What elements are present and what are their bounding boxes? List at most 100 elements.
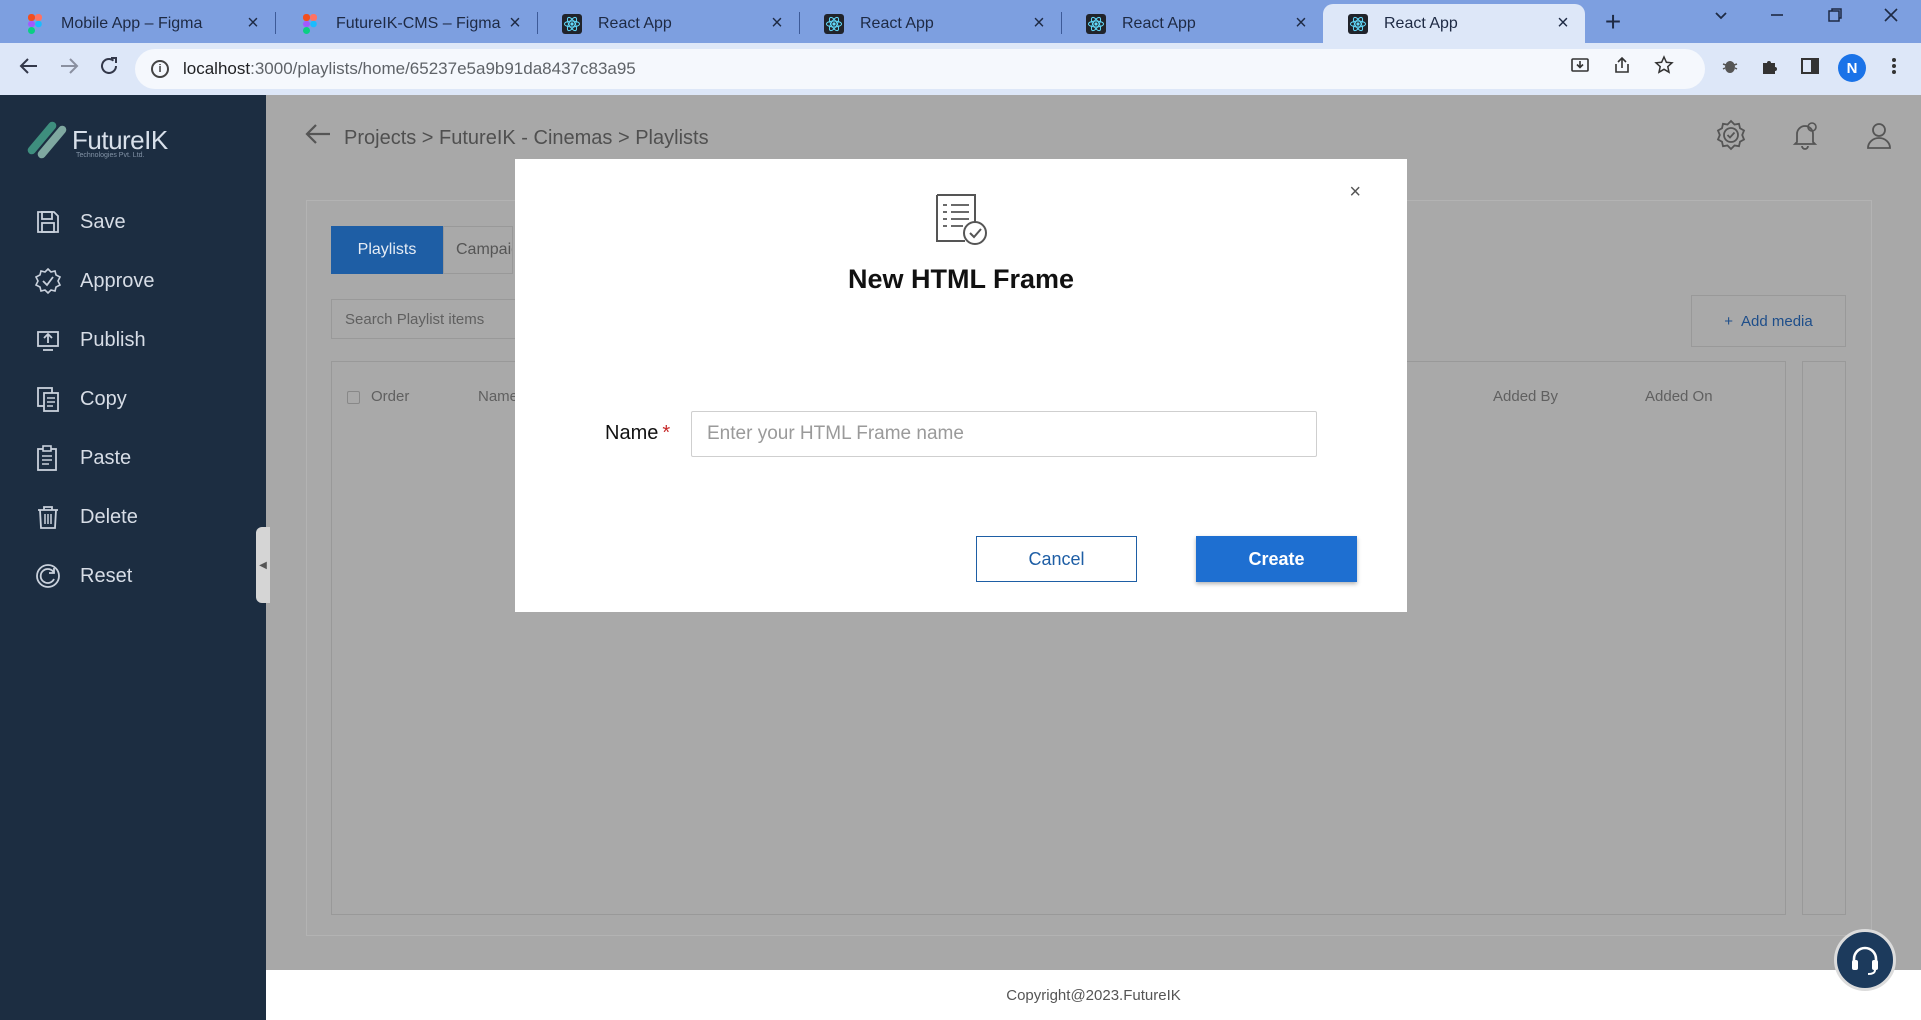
paste-icon [37,445,57,471]
extensions-puzzle-icon[interactable] [1758,56,1782,81]
react-icon [1348,13,1368,34]
select-all-checkbox[interactable] [347,391,360,404]
html-frame-name-input[interactable] [691,411,1317,457]
sidebar-item-label: Delete [80,505,138,528]
approval-badge-icon[interactable] [1715,119,1747,151]
tab-title: Mobile App – Figma [61,14,203,32]
sidebar-item-paste[interactable]: Paste [34,444,131,472]
sidebar-item-label: Approve [80,269,155,292]
back-arrow-icon[interactable] [304,121,332,153]
forward-icon[interactable] [54,55,84,83]
required-asterisk: * [662,422,671,444]
tab-close-icon[interactable]: × [1291,12,1311,35]
search-playlist-input[interactable]: Search Playlist items [331,299,531,339]
tab-close-icon[interactable]: × [243,12,263,35]
figma-icon [300,13,320,34]
back-icon[interactable] [14,55,44,83]
plus-icon: + [1724,312,1734,330]
tab-title: React App [1122,14,1196,32]
browser-tab-1[interactable]: Mobile App – Figma × [0,4,275,43]
url-host: localhost [183,59,251,78]
install-app-icon[interactable] [1569,55,1591,80]
tab-campaigns[interactable]: Campaigns [443,226,513,274]
user-profile-icon[interactable] [1863,119,1895,151]
sidebar-item-save[interactable]: Save [34,208,126,236]
column-header-name[interactable]: Name [478,388,515,405]
sidebar-collapse-handle[interactable]: ◀ [256,527,270,603]
reset-icon [36,564,60,588]
name-label-text: Name [605,422,659,444]
url-path: :3000/playlists/home/65237e5a9b91da8437c… [250,59,636,78]
tab-playlists[interactable]: Playlists [331,226,443,274]
react-icon [1086,13,1106,34]
bookmark-star-icon[interactable] [1653,55,1675,80]
browser-tab-5[interactable]: React App × [1061,4,1323,43]
add-media-button[interactable]: + Add media [1691,295,1846,347]
cancel-button[interactable]: Cancel [976,536,1137,582]
tab-close-icon[interactable]: × [505,12,525,35]
add-media-label: Add media [1741,312,1813,330]
logo-text: FutureIK [72,124,168,155]
react-icon [562,13,582,34]
browser-tab-strip: Mobile App – Figma × FutureIK-CMS – Figm… [0,0,1921,43]
sidebar-item-delete[interactable]: Delete [34,503,138,531]
tab-close-icon[interactable]: × [1029,12,1049,35]
footer: Copyright@2023.FutureIK [266,970,1921,1020]
sidebar-item-label: Paste [80,446,132,469]
breadcrumb: Projects > FutureIK - Cinemas > Playlist… [344,127,709,149]
copy-icon [37,387,59,412]
sidebar-item-label: Copy [80,387,127,410]
browser-tab-2[interactable]: FutureIK-CMS – Figma × [275,4,537,43]
name-field-label: Name * [605,422,670,445]
sidebar-item-copy[interactable]: Copy [34,385,127,413]
extension-area: N [1718,54,1906,82]
column-header-added-by[interactable]: Added By [1493,388,1558,405]
new-html-frame-dialog: × New HTML Frame Name* Cancel Create [515,159,1407,612]
sidebar-item-label: Publish [80,328,146,351]
tab-title: React App [598,14,672,32]
profile-avatar[interactable]: N [1838,54,1866,82]
browser-tab-6-active[interactable]: React App × [1323,4,1585,43]
react-icon [824,13,844,34]
tab-close-icon[interactable]: × [1553,12,1573,35]
minimize-icon[interactable] [1762,6,1792,30]
approve-icon [34,267,62,295]
tab-title: React App [860,14,934,32]
tab-title: FutureIK-CMS – Figma [336,14,501,32]
sidebar-item-reset[interactable]: Reset [34,562,132,590]
publish-icon [37,331,59,351]
save-icon [37,211,59,233]
new-tab-button[interactable]: + [1598,6,1628,38]
column-header-added-on[interactable]: Added On [1645,388,1713,405]
modal-title: New HTML Frame [847,264,1075,294]
logo-mark-icon [26,120,68,160]
modal-close-icon[interactable]: × [1349,181,1361,204]
browser-tab-4[interactable]: React App × [799,4,1061,43]
reload-icon[interactable] [94,55,124,83]
browser-tab-3[interactable]: React App × [537,4,799,43]
window-close-icon[interactable] [1876,6,1906,30]
copyright-text: Copyright@2023.FutureIK [1006,986,1181,1004]
site-info-icon[interactable]: i [151,60,169,78]
logo-subtitle: Technologies Pvt. Ltd. [76,152,145,159]
share-icon[interactable] [1611,55,1633,80]
tab-search-icon[interactable] [1706,6,1736,30]
side-panel-icon[interactable] [1798,56,1822,81]
sidebar-item-publish[interactable]: Publish [34,326,146,354]
notification-bell-icon[interactable] [1789,119,1821,151]
sidebar: FutureIK Technologies Pvt. Ltd. Save App… [0,95,266,1020]
tab-title: React App [1384,14,1458,32]
delete-icon [38,506,58,529]
restore-icon[interactable] [1820,6,1850,30]
preview-panel [1802,361,1846,915]
support-chat-button[interactable] [1834,929,1896,991]
more-menu-icon[interactable] [1882,56,1906,81]
tab-close-icon[interactable]: × [767,12,787,35]
url-bar[interactable]: i localhost:3000/playlists/home/65237e5a… [135,49,1705,89]
figma-icon [25,13,45,34]
sidebar-item-approve[interactable]: Approve [34,267,155,295]
headset-icon [1852,946,1878,975]
create-button[interactable]: Create [1196,536,1357,582]
bug-extension-icon[interactable] [1718,56,1742,81]
column-header-order[interactable]: Order [371,388,409,405]
